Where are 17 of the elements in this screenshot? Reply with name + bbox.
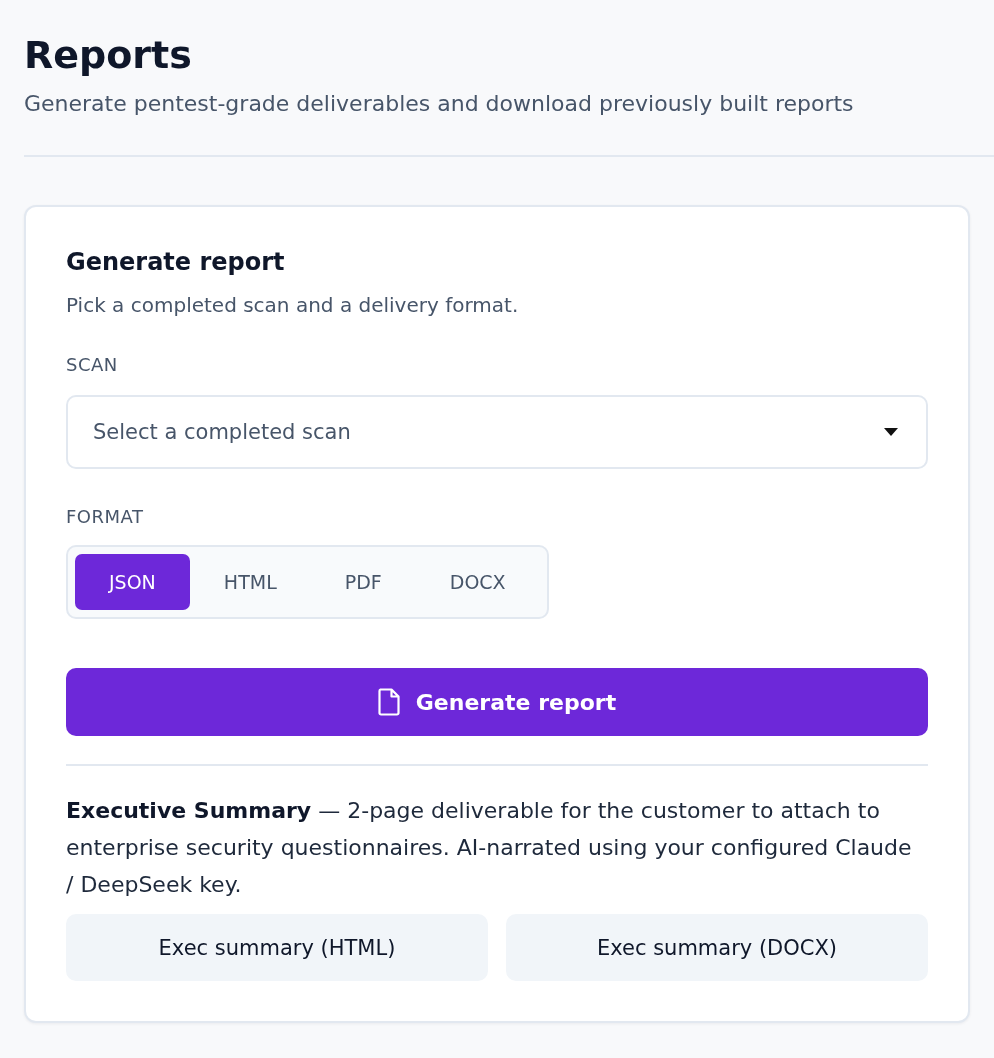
exec-summary-button[interactable]: Exec summary (HTML)	[66, 914, 488, 981]
format-option[interactable]: DOCX	[415, 554, 540, 610]
generate-report-button[interactable]: Generate report	[66, 668, 928, 736]
exec-summary-button[interactable]: Exec summary (DOCX)	[506, 914, 928, 981]
format-label: FORMAT	[66, 505, 145, 529]
format-option[interactable]: HTML	[189, 554, 311, 610]
executive-summary-text: Executive Summary — 2-page deliverable for the customer to attach to enterprise security questionnaires. AI-narrated using your configured Claude / DeepSeek key.	[66, 797, 913, 899]
page-title: Reports	[24, 32, 193, 78]
caret-icon	[884, 428, 898, 436]
scan-label: SCAN	[66, 353, 119, 377]
format-option[interactable]: JSON	[75, 554, 190, 610]
card-description: Pick a completed scan and a delivery format.	[66, 292, 520, 319]
scan-dropdown[interactable]: Select a completed scan	[66, 395, 928, 469]
card-title: Generate report	[66, 247, 286, 277]
format-option[interactable]: PDF	[310, 554, 416, 610]
page-subtitle: Generate pentest-grade deliverables and download previously built reports	[24, 91, 855, 117]
file-icon	[377, 688, 400, 716]
